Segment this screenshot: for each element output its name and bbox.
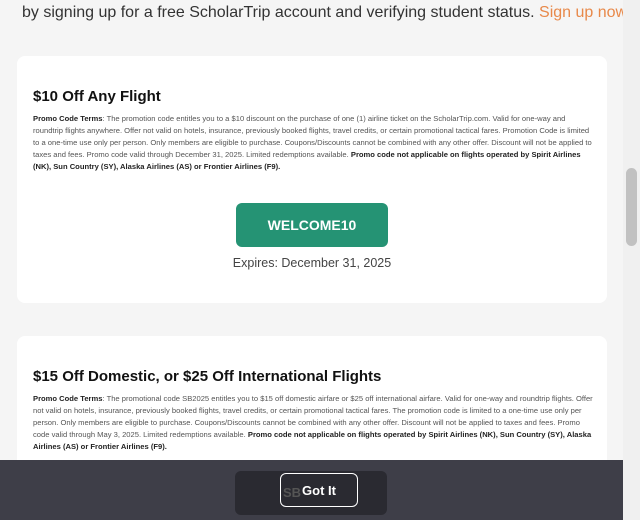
offer-title: $10 Off Any Flight bbox=[33, 88, 161, 105]
signup-intro: by signing up for a free ScholarTrip acc… bbox=[22, 4, 631, 22]
promo-terms: Promo Code Terms: The promotional code S… bbox=[33, 393, 593, 453]
scrollbar-thumb[interactable] bbox=[626, 168, 637, 246]
got-it-button[interactable]: Got It bbox=[280, 473, 358, 507]
promo-code-button[interactable]: WELCOME10 bbox=[236, 203, 388, 247]
offer-title: $15 Off Domestic, or $25 Off Internation… bbox=[33, 368, 382, 385]
cookie-banner: SB Got It bbox=[0, 460, 623, 520]
promo-code-button-obscured: SB Got It bbox=[235, 471, 387, 515]
expiry-date: Expires: December 31, 2025 bbox=[232, 256, 392, 270]
sign-up-link[interactable]: Sign up now. bbox=[539, 4, 631, 21]
scrollbar[interactable] bbox=[623, 0, 640, 520]
terms-label: Promo Code Terms bbox=[33, 114, 103, 123]
promo-terms: Promo Code Terms: The promotion code ent… bbox=[33, 113, 593, 173]
offer-card: $10 Off Any Flight Promo Code Terms: The… bbox=[17, 56, 607, 303]
signup-intro-text: by signing up for a free ScholarTrip acc… bbox=[22, 4, 535, 21]
terms-label: Promo Code Terms bbox=[33, 394, 103, 403]
